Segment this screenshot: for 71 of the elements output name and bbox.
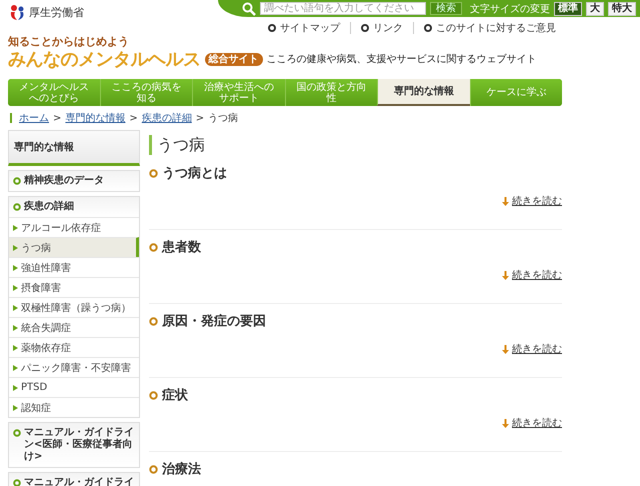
breadcrumb-link[interactable]: 疾患の詳細 (142, 111, 192, 125)
font-size-label: 文字サイズの変更 (470, 2, 550, 16)
title-marker (149, 135, 152, 155)
read-more-link[interactable]: 続きを読む (512, 416, 562, 430)
breadcrumb-separator: > (196, 112, 204, 124)
triangle-icon (13, 304, 18, 310)
triangle-icon (13, 404, 18, 410)
read-more-link[interactable]: 続きを読む (512, 342, 562, 356)
down-arrow-icon (502, 270, 509, 280)
sidebar-subitem[interactable]: 強迫性障害 (9, 257, 139, 277)
triangle-icon (13, 264, 18, 270)
search-button[interactable]: 検索 (430, 2, 462, 15)
sidebar-subitem[interactable]: パニック障害・不安障害 (9, 357, 139, 377)
section-heading: 治療法 (162, 460, 201, 478)
bullet-icon (13, 203, 21, 211)
down-arrow-icon (502, 344, 509, 354)
bullet-icon (361, 24, 369, 32)
triangle-icon (13, 324, 18, 330)
ministry-name: 厚生労働省 (29, 4, 84, 20)
utility-link[interactable]: このサイトに対するご意見 (436, 21, 556, 35)
triangle-icon (13, 344, 18, 350)
breadcrumb-link[interactable]: ホーム (19, 111, 49, 125)
section-heading: 原因・発症の要因 (162, 312, 266, 330)
font-size-button[interactable]: 標準 (554, 2, 582, 16)
triangle-icon (13, 384, 18, 390)
triangle-icon (13, 364, 18, 370)
bullet-icon (13, 177, 21, 185)
triangle-icon (13, 224, 18, 230)
sidebar-subitem[interactable]: 認知症 (9, 397, 139, 417)
page-title: うつ病 (157, 134, 205, 156)
ring-bullet-icon (149, 316, 158, 326)
font-size-button[interactable]: 特大 (608, 2, 636, 16)
site-description: こころの健康や病気、支援やサービスに関するウェブサイト (266, 52, 536, 66)
bullet-icon (424, 24, 432, 32)
tagline: 知ることからはじめよう (8, 35, 130, 48)
breadcrumb-separator: > (53, 112, 62, 124)
read-more-link[interactable]: 続きを読む (512, 268, 562, 282)
search-icon (242, 2, 256, 16)
sidebar-subitem[interactable]: 摂食障害 (9, 277, 139, 297)
font-size-button[interactable]: 大 (586, 2, 604, 16)
sidebar-subitem[interactable]: 薬物依存症 (9, 337, 139, 357)
ring-bullet-icon (149, 464, 158, 474)
down-arrow-icon (502, 418, 509, 428)
breadcrumb-current: うつ病 (208, 112, 238, 125)
utility-link[interactable]: リンク (373, 21, 403, 35)
figure-logo-icon (8, 3, 26, 21)
section-heading: うつ病とは (162, 164, 227, 182)
breadcrumb-separator: > (129, 112, 138, 124)
breadcrumb-marker (10, 113, 12, 123)
triangle-icon (13, 244, 18, 250)
ring-bullet-icon (149, 390, 158, 400)
bullet-icon (268, 24, 276, 32)
ring-bullet-icon (149, 242, 158, 252)
triangle-icon (13, 284, 18, 290)
down-arrow-icon (502, 196, 509, 206)
site-title: みんなのメンタルヘルス (8, 48, 200, 71)
bullet-icon (13, 479, 21, 486)
ring-bullet-icon (149, 168, 158, 178)
bullet-icon (13, 429, 21, 437)
section-heading: 患者数 (162, 239, 201, 256)
section-heading: 症状 (162, 386, 188, 404)
breadcrumb-link[interactable]: 専門的な情報 (65, 111, 126, 125)
utility-link[interactable]: サイトマップ (280, 21, 340, 35)
sidebar-subitem[interactable]: 統合失調症 (9, 317, 139, 337)
sidebar-subitem[interactable]: うつ病 (9, 237, 139, 257)
sidebar-subitem[interactable]: PTSD (9, 377, 139, 397)
site-badge: 総合サイト (204, 52, 262, 66)
sidebar-title: 専門的な情報 (8, 130, 140, 166)
nav-tab[interactable]: 専門的な情報 (377, 79, 470, 106)
sidebar-subitem[interactable]: 双極性障害（躁うつ病） (9, 297, 139, 317)
read-more-link[interactable]: 続きを読む (512, 194, 562, 208)
